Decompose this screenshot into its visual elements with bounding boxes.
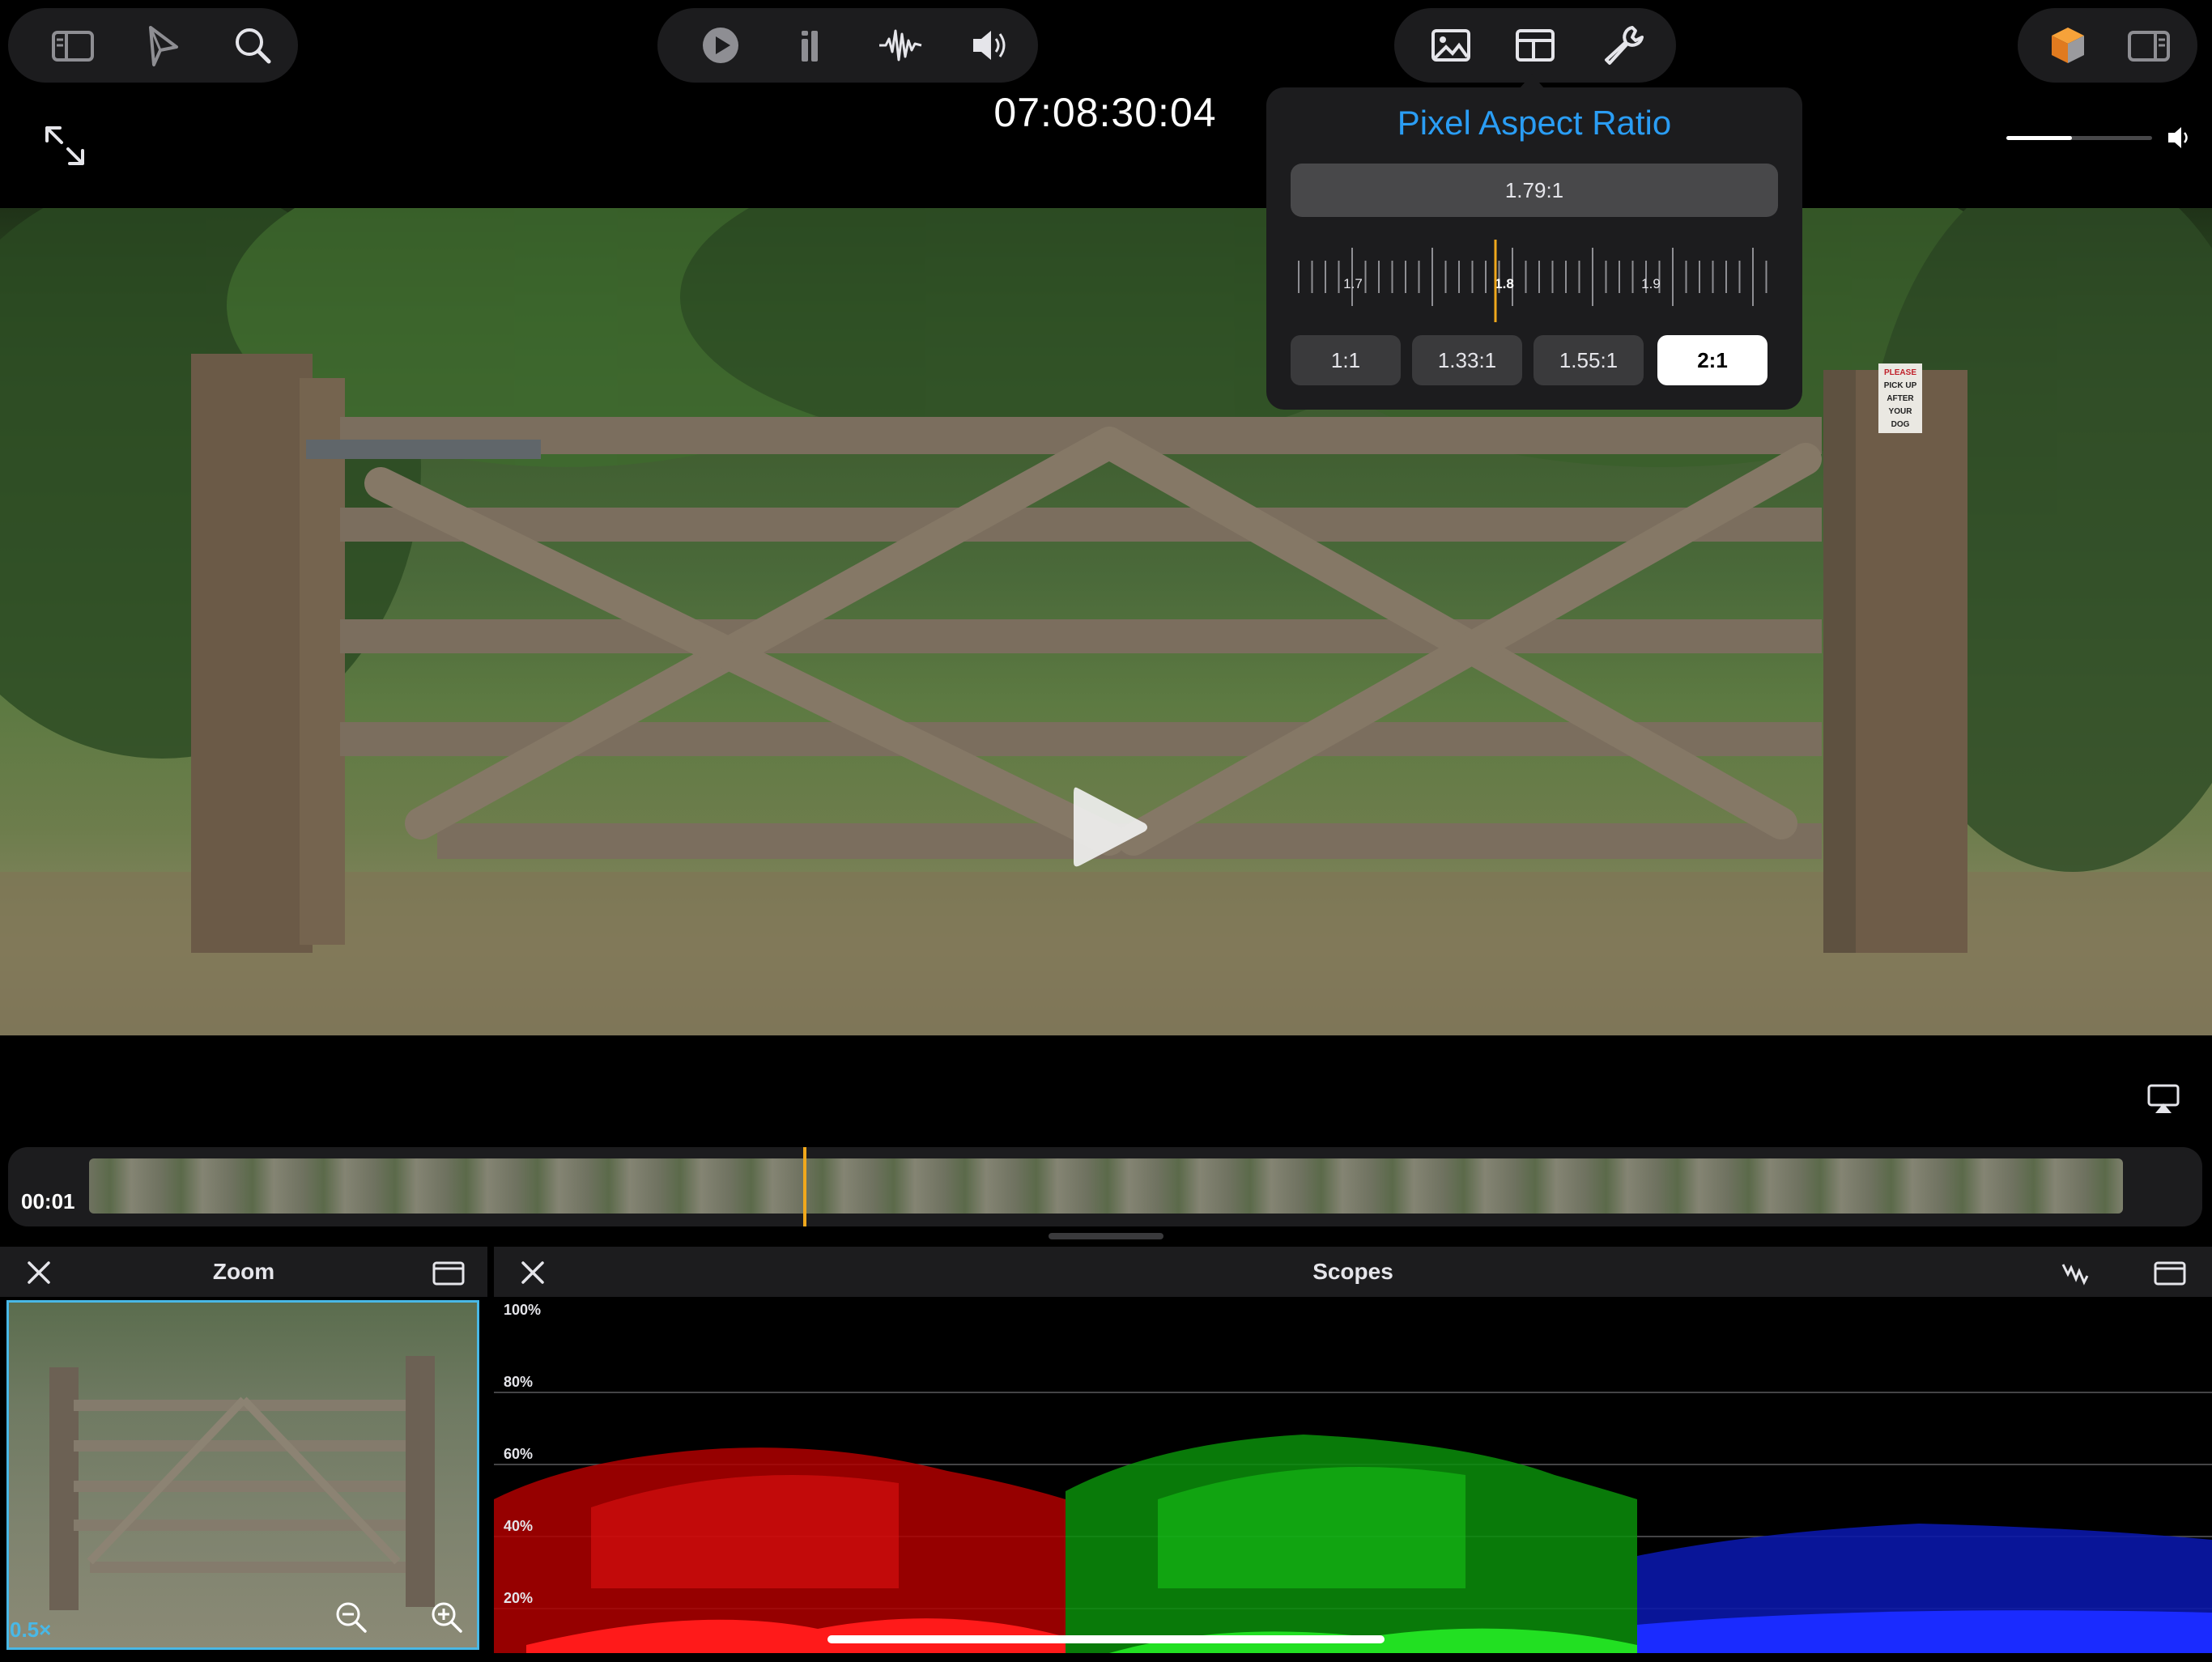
video-frame: PLEASE PICK UP AFTER YOUR DOG [0, 208, 2212, 1035]
sidebar-toggle-button[interactable] [40, 13, 105, 78]
preset-1-33-button[interactable]: 1.33:1 [1412, 335, 1522, 385]
scope-graph [494, 1392, 2212, 1653]
svg-text:PLEASE: PLEASE [1884, 368, 1916, 377]
aspect-ratio-ruler-slider[interactable]: 1.7 1.8 1.9 [1291, 236, 1778, 322]
svg-text:AFTER: AFTER [1887, 394, 1914, 403]
toolbar-center-group [657, 8, 1038, 83]
volume-fill [2006, 136, 2072, 140]
settings-button[interactable] [1590, 13, 1655, 78]
audio-meters-button[interactable] [777, 13, 842, 78]
scale-label: 40% [504, 1518, 534, 1534]
zoom-preview[interactable] [6, 1300, 479, 1650]
filmstrip-time-label: 00:01 [21, 1189, 75, 1214]
play-circle-icon [703, 28, 738, 63]
sidebar-icon [52, 31, 94, 62]
scale-label: 20% [504, 1590, 534, 1606]
airplay-icon[interactable] [2146, 1081, 2181, 1116]
inspector-icon [2128, 31, 2170, 62]
navigate-button[interactable] [130, 13, 194, 78]
ruler-label: 1.8 [1495, 276, 1514, 291]
ruler-label: 1.9 [1641, 276, 1661, 291]
play-toggle-button[interactable] [688, 13, 753, 78]
resize-handle[interactable] [1049, 1233, 1163, 1239]
navigate-icon [149, 26, 178, 66]
image-icon [1431, 29, 1470, 62]
zoom-panel: Zoom 0.5× [0, 1247, 487, 1658]
waveform-button[interactable] [868, 13, 933, 78]
zoom-level-label: 0.5× [10, 1617, 52, 1642]
volume-slider[interactable] [2006, 121, 2193, 154]
scopes-panel-header: Scopes [494, 1247, 2212, 1297]
3d-view-button[interactable] [2035, 13, 2100, 78]
audio-output-button[interactable] [959, 13, 1023, 78]
preset-1-55-button[interactable]: 1.55:1 [1534, 335, 1644, 385]
toolbar-left-group [8, 8, 298, 83]
svg-text:DOG: DOG [1891, 420, 1910, 429]
play-icon[interactable] [1069, 783, 1150, 872]
scopes-panel-title: Scopes [1312, 1259, 1393, 1284]
filmstrip-thumbnails[interactable] [89, 1158, 2123, 1214]
playhead[interactable] [803, 1147, 806, 1226]
zoom-in-icon[interactable] [428, 1599, 466, 1636]
zoom-preview-image [49, 1356, 435, 1610]
cube-icon [2052, 28, 2084, 63]
rgb-parade-scope: 100% 80% 60% 40% 20% [494, 1297, 2212, 1658]
video-viewer[interactable]: PLEASE PICK UP AFTER YOUR DOG [0, 208, 2212, 1035]
toolbar-far-right-group [2018, 8, 2197, 83]
scope-type-icon[interactable] [2060, 1256, 2092, 1289]
expand-icon[interactable] [40, 121, 89, 170]
inspector-toggle-button[interactable] [2116, 13, 2181, 78]
svg-text:PICK UP: PICK UP [1884, 381, 1917, 390]
zoom-panel-header: Zoom [0, 1247, 487, 1297]
window-icon[interactable] [2154, 1256, 2186, 1289]
filmstrip-timeline[interactable]: 00:01 [8, 1147, 2202, 1226]
scale-label: 100% [504, 1302, 542, 1318]
warning-sign: PLEASE PICK UP AFTER YOUR DOG [1878, 363, 1922, 433]
image-button[interactable] [1419, 13, 1483, 78]
home-indicator[interactable] [827, 1635, 1385, 1643]
layout-icon [1516, 29, 1555, 62]
zoom-panel-title: Zoom [212, 1259, 275, 1284]
aspect-ratio-value-field[interactable]: 1.79:1 [1291, 164, 1778, 217]
scale-label: 80% [504, 1374, 534, 1390]
layout-button[interactable] [1503, 13, 1568, 78]
wrench-icon [1605, 26, 1644, 65]
waveform-icon [879, 29, 922, 62]
popover-title: Pixel Aspect Ratio [1397, 104, 1672, 142]
volume-speaker-icon [2168, 127, 2188, 148]
bars-icon [802, 31, 818, 62]
svg-text:YOUR: YOUR [1889, 407, 1913, 416]
scale-label: 60% [504, 1446, 534, 1462]
toolbar-right-group [1394, 8, 1676, 83]
ruler-label: 1.7 [1343, 276, 1363, 291]
timecode-display: 07:08:30:04 [993, 90, 1217, 135]
scopes-panel: Scopes 100% 80% 60% 40% 20% [494, 1247, 2212, 1658]
pixel-aspect-ratio-popover: Pixel Aspect Ratio 1.79:1 1.7 1.8 1.9 1:… [1266, 87, 1802, 410]
search-button[interactable] [220, 13, 285, 78]
window-icon[interactable] [432, 1256, 465, 1289]
preset-1-1-button[interactable]: 1:1 [1291, 335, 1401, 385]
speaker-icon [973, 31, 1006, 60]
zoom-out-icon[interactable] [333, 1599, 370, 1636]
search-icon [236, 28, 271, 64]
preset-2-1-button[interactable]: 2:1 [1657, 335, 1767, 385]
